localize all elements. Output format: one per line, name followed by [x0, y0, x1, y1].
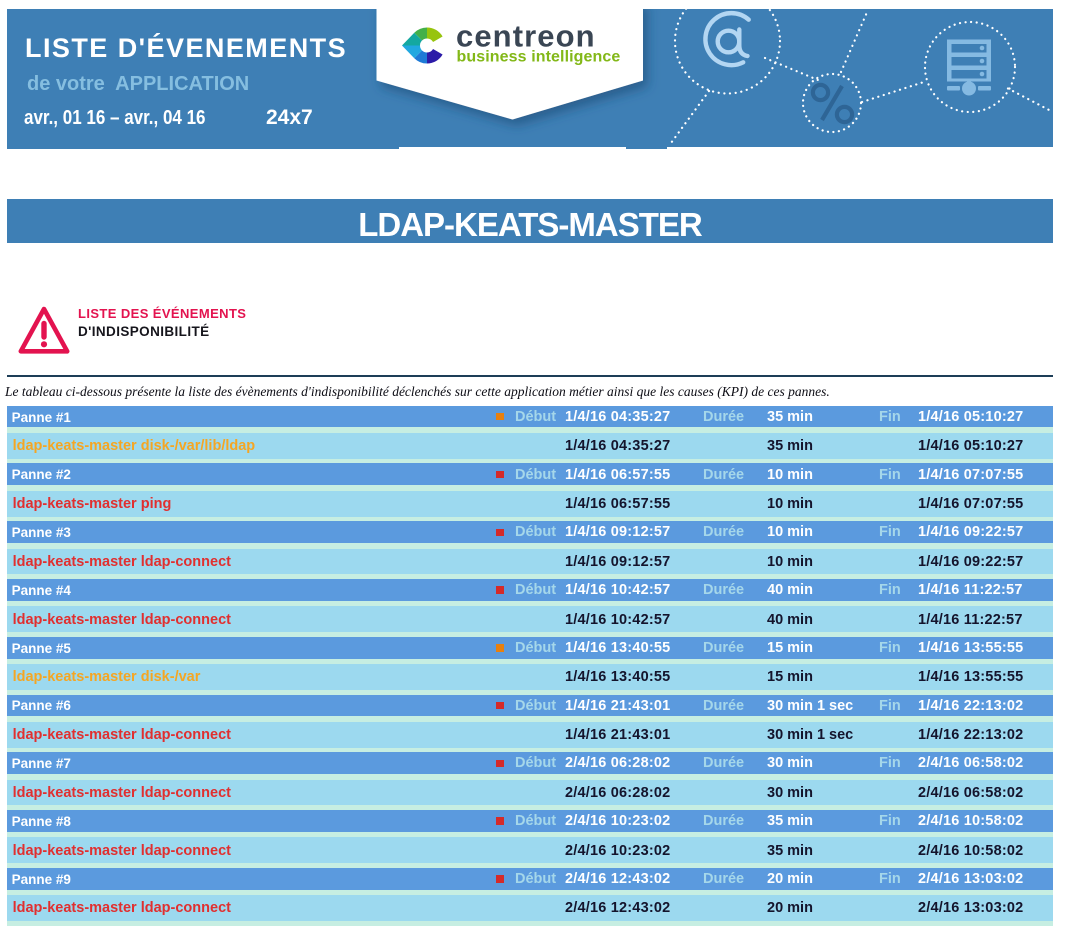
svg-text:business intelligence: business intelligence	[457, 49, 621, 66]
